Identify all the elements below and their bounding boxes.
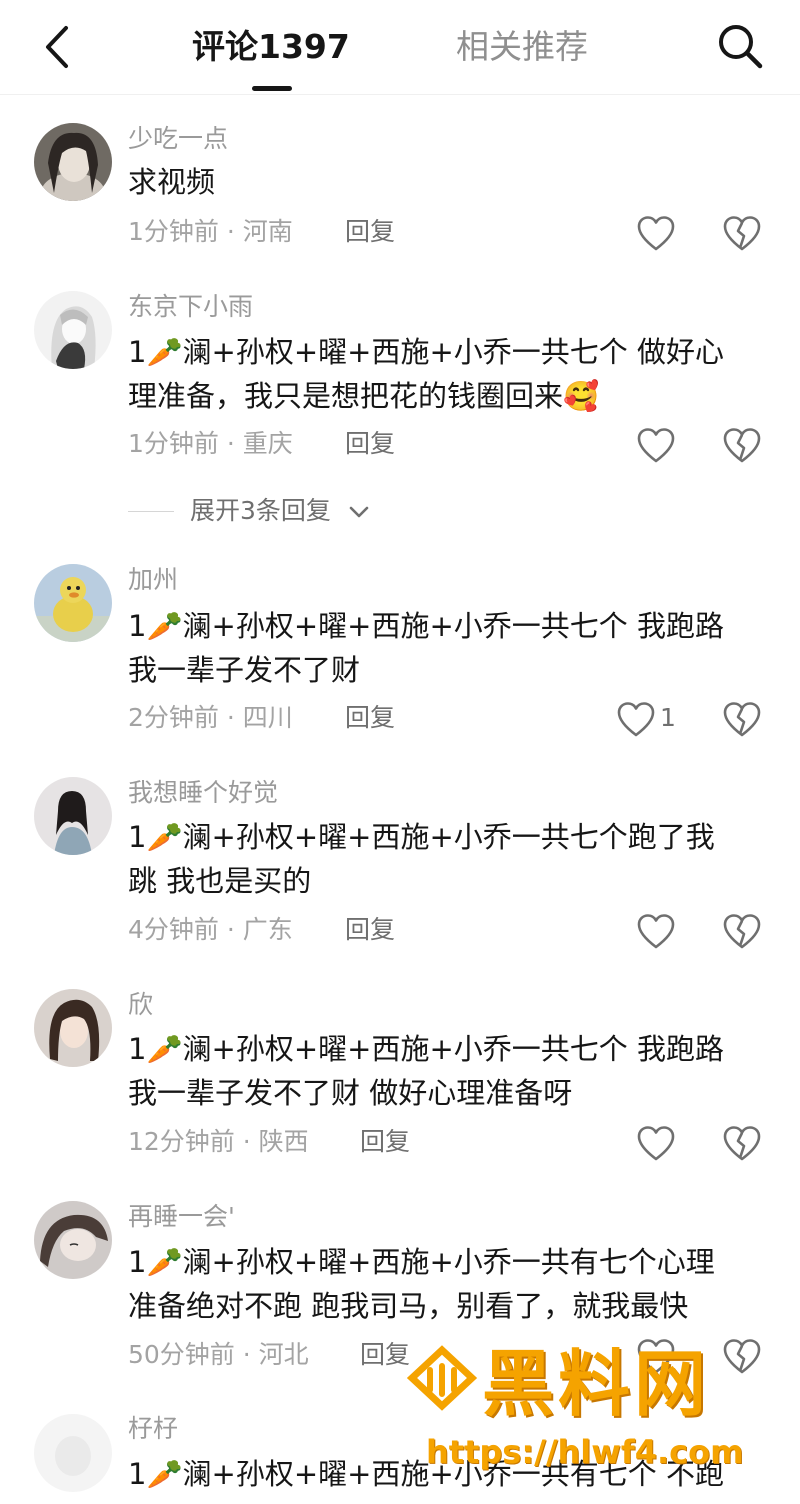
broken-heart-icon	[723, 1126, 761, 1161]
reply-button[interactable]: 回复	[345, 216, 395, 248]
comment-text: 1🥕澜+孙权+曜+西施+小乔一共七个 我跑路 我一辈子发不了财	[128, 609, 724, 687]
avatar[interactable]	[34, 123, 112, 201]
comment-text: 1🥕澜+孙权+曜+西施+小乔一共七个 做好心 理准备，我只是想把花的钱圈回来🥰	[128, 335, 724, 413]
watermark-title: 黑料网	[482, 1342, 711, 1426]
broken-heart-icon	[723, 702, 761, 737]
comment-author[interactable]: 少吃一点	[128, 124, 228, 154]
like-button[interactable]	[636, 214, 676, 254]
broken-heart-icon	[723, 914, 761, 949]
comment-meta: 12分钟前 · 陕西	[128, 1127, 309, 1156]
top-bar: 评论1397 相关推荐	[0, 0, 800, 95]
reply-button[interactable]: 回复	[345, 428, 395, 460]
comment-author[interactable]: 东京下小雨	[128, 292, 253, 322]
comment-meta: 1分钟前 · 河南	[128, 217, 293, 246]
reply-button[interactable]: 回复	[345, 914, 395, 946]
dislike-button[interactable]	[722, 426, 762, 466]
comment-author[interactable]: 加州	[128, 565, 178, 595]
heart-icon	[637, 914, 675, 949]
chevron-left-icon	[46, 26, 68, 68]
reply-button[interactable]: 回复	[360, 1126, 410, 1158]
comment-author[interactable]: 杍杍	[128, 1414, 178, 1444]
comment-author[interactable]: 欣	[128, 990, 153, 1020]
comment-text: 1🥕澜+孙权+曜+西施+小乔一共七个 我跑路 我一辈子发不了财 做好心理准备呀	[128, 1032, 724, 1110]
like-count: 1	[660, 703, 676, 732]
avatar[interactable]	[34, 1414, 112, 1492]
like-button[interactable]	[636, 426, 676, 466]
avatar[interactable]	[34, 564, 112, 642]
expand-replies-label: 展开3条回复	[190, 496, 331, 525]
dislike-button[interactable]	[722, 700, 762, 740]
comment-author[interactable]: 我想睡个好觉	[128, 778, 278, 808]
heart-icon	[637, 1126, 675, 1161]
back-button[interactable]	[36, 22, 80, 72]
reply-button[interactable]: 回复	[345, 702, 395, 734]
comment-text: 1🥕澜+孙权+曜+西施+小乔一共有七个心理 准备绝对不跑 跑我司马，别看了，就我…	[128, 1245, 715, 1323]
avatar[interactable]	[34, 1201, 112, 1279]
comment-meta: 4分钟前 · 广东	[128, 915, 293, 944]
search-icon	[719, 25, 763, 69]
comment-meta: 50分钟前 · 河北	[128, 1340, 309, 1369]
comment-meta: 2分钟前 · 四川	[128, 703, 293, 732]
dislike-button[interactable]	[722, 1124, 762, 1164]
heart-icon	[617, 702, 655, 737]
search-button[interactable]	[716, 22, 764, 70]
divider	[128, 511, 174, 512]
broken-heart-icon	[723, 216, 761, 251]
comment-text: 求视频	[128, 165, 216, 199]
heart-icon	[637, 216, 675, 251]
like-button[interactable]	[636, 1124, 676, 1164]
comment-text: 1🥕澜+孙权+曜+西施+小乔一共七个跑了我 跳 我也是买的	[128, 820, 715, 898]
like-button[interactable]	[636, 912, 676, 952]
watermark-url: https://hlwf4.com	[426, 1433, 744, 1471]
dislike-button[interactable]	[722, 214, 762, 254]
dislike-button[interactable]	[722, 912, 762, 952]
avatar[interactable]	[34, 989, 112, 1067]
comment-meta: 1分钟前 · 重庆	[128, 429, 293, 458]
active-tab-indicator	[252, 86, 292, 91]
broken-heart-icon	[723, 428, 761, 463]
heart-icon	[637, 428, 675, 463]
watermark: 黑料网 https://hlwf4.com	[402, 1340, 772, 1480]
avatar[interactable]	[34, 291, 112, 369]
tab-comments[interactable]: 评论1397	[192, 26, 350, 68]
comment-author[interactable]: 再睡一会'	[128, 1202, 235, 1232]
avatar[interactable]	[34, 777, 112, 855]
like-button[interactable]	[616, 700, 656, 740]
chevron-down-icon	[349, 506, 369, 518]
tab-related[interactable]: 相关推荐	[456, 26, 588, 68]
